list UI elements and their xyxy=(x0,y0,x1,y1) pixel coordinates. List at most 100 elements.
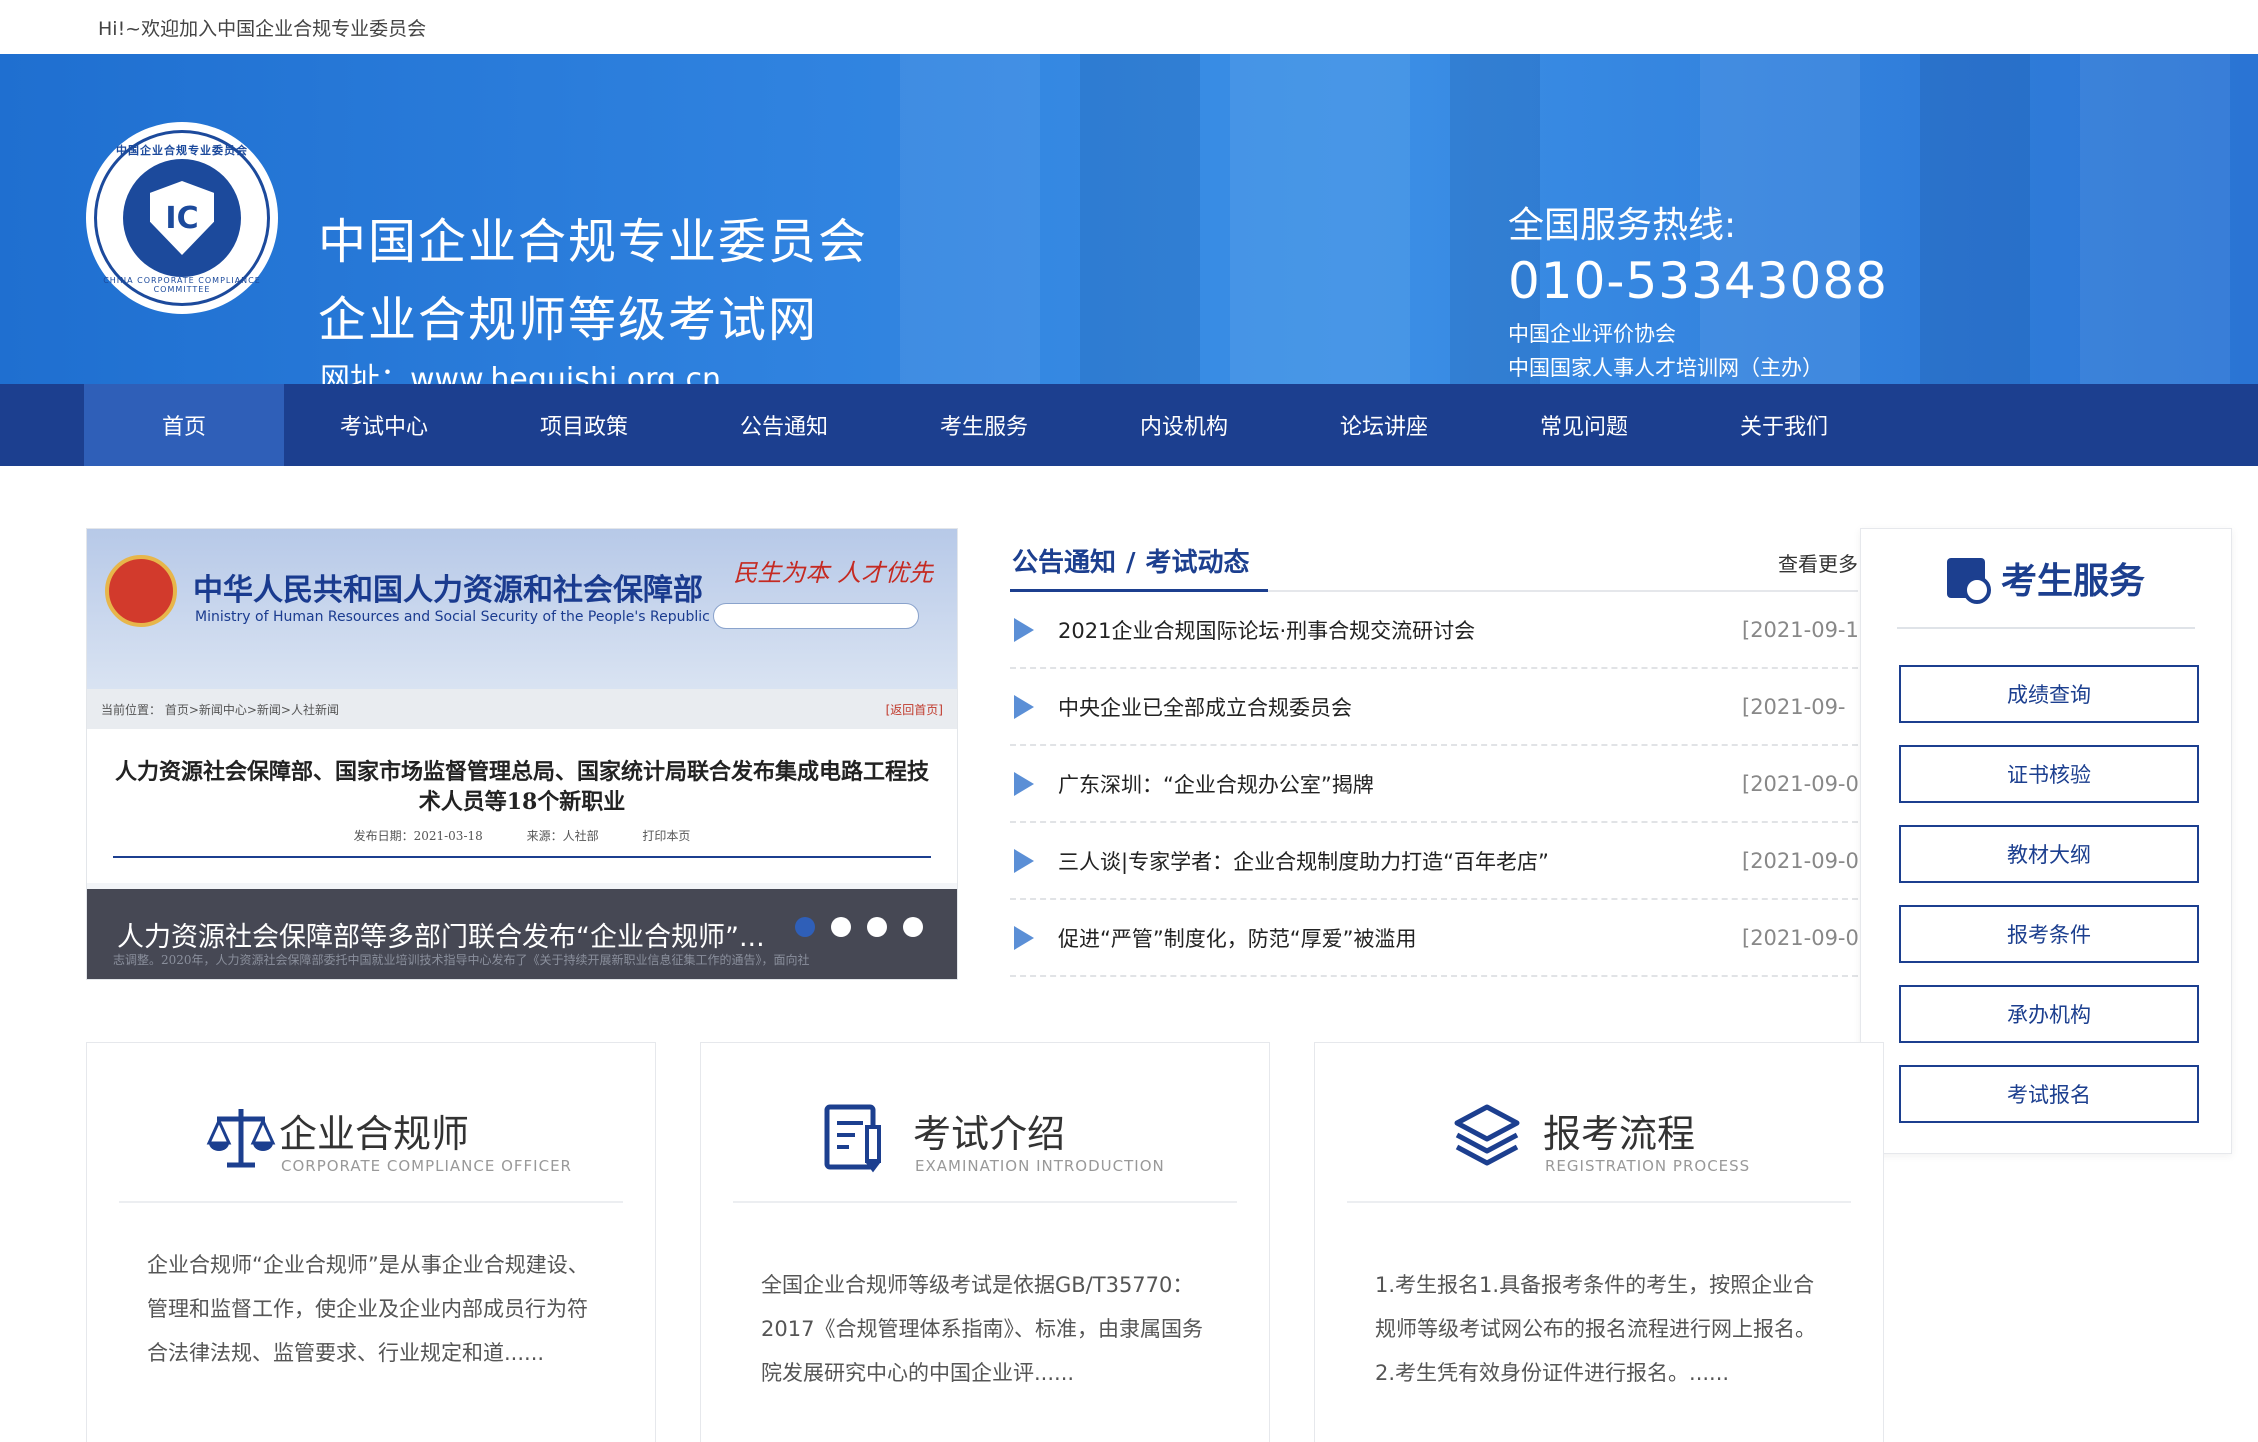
nav-item-forum[interactable]: 论坛讲座 xyxy=(1284,384,1484,466)
nav-item-home[interactable]: 首页 xyxy=(84,384,284,466)
nav-item-exam-center[interactable]: 考试中心 xyxy=(284,384,484,466)
slider-dot[interactable] xyxy=(795,917,815,937)
news-item[interactable]: 促进“严管”制度化，防范“厚爱”被滥用 [2021-09-0 xyxy=(1010,900,1858,977)
news-item[interactable]: 广东深圳：“企业合规办公室”揭牌 [2021-09-0 xyxy=(1010,746,1858,823)
header-building-decor xyxy=(2080,54,2230,384)
slide-article-title: 人力资源社会保障部、国家市场监督管理总局、国家统计局联合发布集成电路工程技术人员… xyxy=(114,759,929,815)
card-title: 报考流程 xyxy=(1543,1112,1696,1156)
site-header: 中国企业合规专业委员会 CHINA CORPORATE COMPLIANCE C… xyxy=(0,54,2258,384)
card-description: 企业合规师“企业合规师”是从事企业合规建设、管理和监督工作，使企业及企业内部成员… xyxy=(147,1253,589,1365)
organizer-line-2: 中国国家人事人才培训网（主办） xyxy=(1508,356,1823,380)
slider-dot[interactable] xyxy=(903,917,923,937)
slide-breadcrumb-path: 当前位置： 首页>新闻中心>新闻>人社新闻 xyxy=(101,702,339,717)
header-building-decor xyxy=(1230,54,1410,384)
slide-caption[interactable]: 人力资源社会保障部等多部门联合发布“企业合规师”... xyxy=(117,915,765,954)
eligibility-button[interactable]: 报考条件 xyxy=(1899,905,2199,963)
card-header: 企业合规师 CORPORATE COMPLIANCE OFFICER xyxy=(119,1043,623,1203)
card-exam-intro[interactable]: 考试介绍 EXAMINATION INTRODUCTION 全国企业合规师等级考… xyxy=(700,1042,1270,1442)
slide-search-box xyxy=(713,603,919,629)
organizer-line-1: 中国企业评价协会 xyxy=(1508,322,1676,346)
slider-dot[interactable] xyxy=(831,917,851,937)
news-item-title[interactable]: 广东深圳：“企业合规办公室”揭牌 xyxy=(1058,769,1374,799)
news-item[interactable]: 中央企业已全部成立合规委员会 [2021-09- xyxy=(1010,669,1858,746)
score-query-button[interactable]: 成绩查询 xyxy=(1899,665,2199,723)
news-slider[interactable]: 中华人民共和国人力资源和社会保障部 Ministry of Human Reso… xyxy=(86,528,958,980)
card-header: 考试介绍 EXAMINATION INTRODUCTION xyxy=(733,1043,1237,1203)
news-item-title[interactable]: 促进“严管”制度化，防范“厚爱”被滥用 xyxy=(1058,923,1417,953)
slide-back-link: [返回首页] xyxy=(885,702,943,717)
exam-registration-button[interactable]: 考试报名 xyxy=(1899,1065,2199,1123)
play-arrow-icon xyxy=(1014,771,1034,796)
nav-item-departments[interactable]: 内设机构 xyxy=(1084,384,1284,466)
news-item-title[interactable]: 中央企业已全部成立合规委员会 xyxy=(1058,692,1352,722)
play-arrow-icon xyxy=(1014,617,1034,642)
news-item-date: [2021-09-0 xyxy=(1742,771,1858,796)
site-subtitle: 企业合规师等级考试网 xyxy=(318,292,819,348)
slide-article: 人力资源社会保障部、国家市场监督管理总局、国家统计局联合发布集成电路工程技术人员… xyxy=(87,729,957,883)
news-item-title[interactable]: 2021企业合规国际论坛·刑事合规交流研讨会 xyxy=(1058,615,1475,645)
play-arrow-icon xyxy=(1014,694,1034,719)
ministry-name-en: Ministry of Human Resources and Social S… xyxy=(195,609,773,625)
nav-item-faq[interactable]: 常见问题 xyxy=(1484,384,1684,466)
layers-icon xyxy=(1454,1104,1520,1166)
card-subtitle-en: CORPORATE COMPLIANCE OFFICER xyxy=(281,1157,572,1175)
nav-item-project-policy[interactable]: 项目政策 xyxy=(484,384,684,466)
tab-separator: / xyxy=(1126,548,1136,578)
candidate-service-icon xyxy=(1946,558,1991,604)
slide-image-header: 中华人民共和国人力资源和社会保障部 Ministry of Human Reso… xyxy=(87,529,957,689)
slider-dot[interactable] xyxy=(867,917,887,937)
slide-caption-sub: 志调整。2020年，人力资源社会保障部委托中国就业培训技术指导中心发布了《关于持… xyxy=(113,953,810,967)
news-item-date: [2021-09-1 xyxy=(1742,617,1858,642)
news-item[interactable]: 三人谈|专家学者：企业合规制度助力打造“百年老店” [2021-09-0 xyxy=(1010,823,1858,900)
news-more-link[interactable]: 查看更多 xyxy=(1778,548,1858,577)
play-arrow-icon xyxy=(1014,925,1034,950)
ministry-slogan: 民生为本 人才优先 xyxy=(733,559,933,587)
service-title: 考生服务 xyxy=(2000,561,2145,602)
card-subtitle-en: EXAMINATION INTRODUCTION xyxy=(915,1157,1165,1175)
document-icon xyxy=(824,1104,881,1173)
news-item-date: [2021-09- xyxy=(1742,694,1846,719)
certificate-verify-button[interactable]: 证书核验 xyxy=(1899,745,2199,803)
news-item-date: [2021-09-0 xyxy=(1742,925,1858,950)
header-building-decor xyxy=(900,54,1040,384)
news-tabs: 公告通知 / 考试动态 xyxy=(1012,542,1250,579)
slide-caption-bar[interactable]: 人力资源社会保障部等多部门联合发布“企业合规师”... 志调整。2020年，人力… xyxy=(87,889,957,979)
play-arrow-icon xyxy=(1014,848,1034,873)
organizer-button[interactable]: 承办机构 xyxy=(1899,985,2199,1043)
site-title: 中国企业合规专业委员会 xyxy=(318,214,869,270)
committee-logo[interactable]: 中国企业合规专业委员会 CHINA CORPORATE COMPLIANCE C… xyxy=(86,122,278,314)
service-header: 考生服务 xyxy=(1897,529,2195,629)
header-building-decor xyxy=(1080,54,1200,384)
card-compliance-officer[interactable]: 企业合规师 CORPORATE COMPLIANCE OFFICER 企业合规师… xyxy=(86,1042,656,1442)
main-nav: 首页 考试中心 项目政策 公告通知 考生服务 内设机构 论坛讲座 常见问题 关于… xyxy=(0,384,2258,466)
scales-icon xyxy=(206,1109,276,1168)
tab-announcements[interactable]: 公告通知 xyxy=(1012,548,1116,578)
slide-article-meta: 发布日期：2021-03-18 来源：人社部 打印本页 xyxy=(353,829,691,843)
ministry-name-cn: 中华人民共和国人力资源和社会保障部 xyxy=(193,573,703,608)
card-header: 报考流程 REGISTRATION PROCESS xyxy=(1347,1043,1851,1203)
hotline-label: 全国服务热线: xyxy=(1508,205,1737,246)
news-header: 公告通知 / 考试动态 查看更多 xyxy=(1010,528,1858,592)
news-list: 2021企业合规国际论坛·刑事合规交流研讨会 [2021-09-1 中央企业已全… xyxy=(1010,592,1858,977)
tab-exam-news[interactable]: 考试动态 xyxy=(1146,548,1250,578)
site-url: 网址：www.heguishi.org.cn xyxy=(320,362,722,384)
slider-dots xyxy=(795,917,923,937)
card-subtitle-en: REGISTRATION PROCESS xyxy=(1545,1157,1751,1175)
slide-article-divider xyxy=(113,856,931,858)
card-title: 考试介绍 xyxy=(913,1112,1066,1156)
nav-item-announcements[interactable]: 公告通知 xyxy=(684,384,884,466)
logo-ring-text: 中国企业合规专业委员会 xyxy=(116,144,248,157)
news-panel: 公告通知 / 考试动态 查看更多 2021企业合规国际论坛·刑事合规交流研讨会 [2… xyxy=(1010,528,1858,977)
card-title: 企业合规师 xyxy=(279,1112,470,1156)
nav-item-candidate-service[interactable]: 考生服务 xyxy=(884,384,1084,466)
news-item[interactable]: 2021企业合规国际论坛·刑事合规交流研讨会 [2021-09-1 xyxy=(1010,592,1858,669)
card-description: 1.考生报名1.具备报考条件的考生，按照企业合规师等级考试网公布的报名流程进行网… xyxy=(1375,1273,1816,1385)
logo-ring-text-en: CHINA CORPORATE COMPLIANCE COMMITTEE xyxy=(103,276,261,294)
top-welcome-bar: Hi!~欢迎加入中国企业合规专业委员会 xyxy=(0,0,2258,54)
news-item-title[interactable]: 三人谈|专家学者：企业合规制度助力打造“百年老店” xyxy=(1058,846,1549,876)
syllabus-button[interactable]: 教材大纲 xyxy=(1899,825,2199,883)
card-registration-process[interactable]: 报考流程 REGISTRATION PROCESS 1.考生报名1.具备报考条件… xyxy=(1314,1042,1884,1442)
news-item-date: [2021-09-0 xyxy=(1742,848,1858,873)
nav-item-about[interactable]: 关于我们 xyxy=(1684,384,1884,466)
card-description: 全国企业合规师等级考试是依据GB/T35770：2017《合规管理体系指南》、标… xyxy=(761,1273,1203,1385)
